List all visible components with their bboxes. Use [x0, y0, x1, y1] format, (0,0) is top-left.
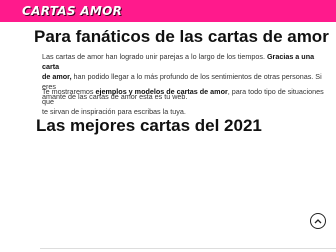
examples-text: Te mostraremos [42, 87, 96, 96]
intro-text: Las cartas de amor han logrado unir pare… [42, 52, 267, 61]
chevron-up-icon [314, 219, 322, 224]
top-navbar: CARTAS AMOR [0, 0, 336, 22]
section-heading-2: Las mejores cartas del 2021 [36, 116, 262, 135]
section-heading: Para fanáticos de las cartas de amor [34, 27, 329, 46]
footer-divider [40, 248, 336, 249]
intro-bold-text-2: de amor, [42, 72, 72, 81]
examples-text-3: te sirvan de inspiración para escribas l… [42, 107, 186, 116]
examples-paragraph: Te mostraremos ejemplos y modelos de car… [42, 87, 327, 117]
scroll-to-top-button[interactable] [310, 213, 326, 229]
examples-bold-text: ejemplos y modelos de cartas de amor [95, 87, 228, 96]
site-logo[interactable]: CARTAS AMOR [22, 4, 122, 18]
